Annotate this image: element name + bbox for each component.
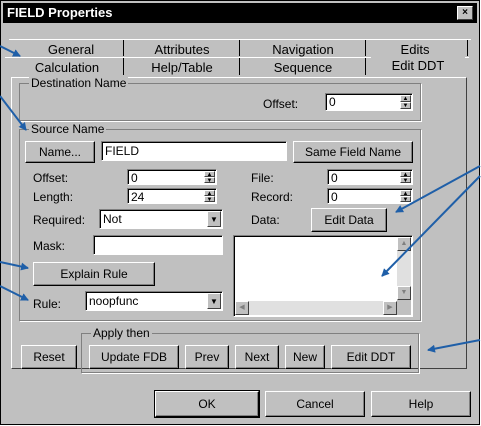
arrow-to-rule bbox=[0, 285, 29, 301]
arrow-to-edit-ddt bbox=[427, 339, 481, 353]
arrow-to-data-area bbox=[381, 175, 481, 277]
arrow-to-source-name bbox=[0, 95, 27, 131]
arrow-to-tabs bbox=[0, 45, 21, 57]
annotation-arrows bbox=[0, 45, 481, 353]
arrow-to-explain-rule bbox=[0, 261, 29, 271]
